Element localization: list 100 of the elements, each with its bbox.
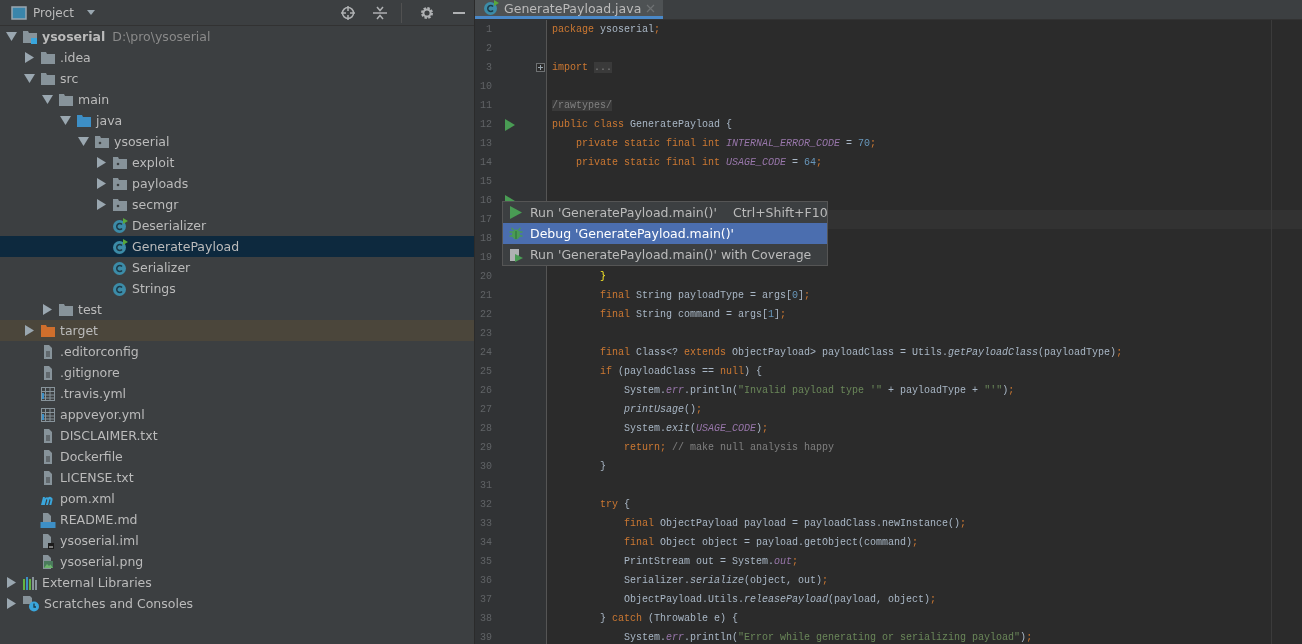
expanded-arrow-icon[interactable]	[59, 115, 71, 126]
collapsed-arrow-icon[interactable]	[95, 178, 107, 189]
menu-item[interactable]: Debug 'GeneratePayload.main()'	[503, 223, 827, 244]
run-icon[interactable]	[505, 118, 515, 131]
code-line: System.err.println("Invalid payload type '" + payloadType + "'");	[623, 385, 1015, 396]
class-icon	[112, 280, 128, 297]
code-line: package ysoserial;	[552, 24, 661, 35]
tree-item[interactable]: Scratches and Consoles	[0, 593, 474, 614]
crosshair-icon[interactable]	[341, 5, 355, 20]
folder-icon	[58, 302, 74, 317]
tree-item-label: src	[60, 71, 79, 86]
tree-item-label: main	[78, 92, 110, 107]
tree-item-label: ysoserial	[114, 134, 170, 149]
folder-icon	[76, 113, 92, 128]
tree-item-label: .idea	[60, 50, 91, 65]
runnable-class-icon	[483, 0, 499, 16]
tree-item-label: ysoserial	[42, 29, 106, 44]
tree-item[interactable]: LICENSE.txt	[0, 467, 474, 488]
tree-item[interactable]: pom.xml	[0, 488, 474, 509]
tree-item-label: .editorconfig	[60, 344, 139, 359]
folder-icon	[40, 323, 56, 338]
panel-icon	[11, 5, 27, 20]
tree-item[interactable]: src	[0, 68, 474, 89]
expanded-arrow-icon[interactable]	[23, 73, 35, 84]
code-line: System.err.println("Error while generating or serializing payload");	[623, 632, 1033, 643]
code-line: printUsage();	[623, 404, 703, 415]
tree-item[interactable]: test	[0, 299, 474, 320]
folder-icon	[22, 29, 38, 44]
tree-item[interactable]: target	[0, 320, 474, 341]
tree-item[interactable]: ysoserial.iml	[0, 530, 474, 551]
panel-title[interactable]: Project	[33, 5, 75, 20]
menu-item[interactable]: Run 'GeneratePayload.main()' with Coverage	[503, 244, 827, 265]
expand-fold-icon[interactable]	[535, 63, 545, 72]
code-line: PrintStream out = System.out;	[623, 556, 799, 567]
markdown-file-icon	[40, 511, 56, 528]
code-line: ObjectPayload.Utils.releasePayload(payload, object);	[623, 594, 937, 605]
editor-tab[interactable]: GeneratePayload.java	[475, 0, 664, 19]
run-icon	[509, 206, 523, 219]
tree-item-label: test	[78, 302, 102, 317]
tree-item[interactable]: README.md	[0, 509, 474, 530]
tree-item-label: External Libraries	[42, 575, 152, 590]
expanded-arrow-icon[interactable]	[77, 136, 89, 147]
package-icon	[112, 155, 128, 170]
code-line: if (payloadClass == null) {	[599, 366, 763, 377]
tree-item[interactable]: External Libraries	[0, 572, 474, 593]
expanded-arrow-icon[interactable]	[5, 31, 17, 42]
package-icon	[94, 134, 110, 149]
collapse-icon[interactable]	[373, 5, 387, 20]
tree-item-label: secmgr	[132, 197, 179, 212]
collapsed-arrow-icon[interactable]	[23, 325, 35, 336]
tree-item[interactable]: ysoserial D:\pro\ysoserial	[0, 26, 474, 47]
runnable-class-icon	[112, 217, 128, 234]
code-line: private static final int INTERNAL_ERROR_CODE = 70;	[575, 138, 877, 149]
tree-item-label: README.md	[60, 512, 138, 527]
tree-item[interactable]: secmgr	[0, 194, 474, 215]
tree-item-label: GeneratePayload	[132, 239, 240, 254]
settings-icon[interactable]	[420, 5, 434, 20]
image-file-icon	[40, 553, 56, 570]
tree-item[interactable]: Serializer	[0, 257, 474, 278]
tree-item[interactable]: main	[0, 89, 474, 110]
collapsed-arrow-icon[interactable]	[5, 598, 17, 609]
tree-item[interactable]: exploit	[0, 152, 474, 173]
code-line: return; // make null analysis happy	[623, 442, 835, 453]
expanded-arrow-icon[interactable]	[41, 94, 53, 105]
tree-item[interactable]: .idea	[0, 47, 474, 68]
bug-icon	[509, 227, 523, 240]
tree-item-label: ysoserial.iml	[60, 533, 139, 548]
tree-item-label: .travis.yml	[60, 386, 127, 401]
tree-item[interactable]: .gitignore	[0, 362, 474, 383]
tree-item[interactable]: Strings	[0, 278, 474, 299]
package-icon	[112, 197, 128, 212]
table-file-icon	[40, 406, 56, 423]
tree-item[interactable]: ysoserial	[0, 131, 474, 152]
tree-item[interactable]: Deserializer	[0, 215, 474, 236]
tree-item[interactable]: payloads	[0, 173, 474, 194]
collapsed-arrow-icon[interactable]	[95, 157, 107, 168]
tree-item-label: appveyor.yml	[60, 407, 145, 422]
code-line: try {	[599, 499, 631, 510]
caret-icon[interactable]	[86, 9, 97, 16]
tree-item[interactable]: DISCLAIMER.txt	[0, 425, 474, 446]
tree-item[interactable]: .travis.yml	[0, 383, 474, 404]
tree-item[interactable]: .editorconfig	[0, 341, 474, 362]
code-line: System.exit(USAGE_CODE);	[623, 423, 769, 434]
tree-item[interactable]: GeneratePayload	[0, 236, 474, 257]
tree-item[interactable]: appveyor.yml	[0, 404, 474, 425]
module-file-icon	[40, 532, 56, 549]
code-line: final Object object = payload.getObject(command);	[623, 537, 919, 548]
tree-item[interactable]: ysoserial.png	[0, 551, 474, 572]
tree-item[interactable]: Dockerfile	[0, 446, 474, 467]
class-icon	[112, 259, 128, 276]
menu-item[interactable]: Run 'GeneratePayload.main()' Ctrl+Shift+F10	[503, 202, 827, 223]
scratches-icon	[22, 595, 40, 612]
collapsed-arrow-icon[interactable]	[5, 577, 17, 588]
folder-icon	[40, 71, 56, 86]
collapsed-arrow-icon[interactable]	[23, 52, 35, 63]
tree-item-label: Deserializer	[132, 218, 207, 233]
tree-item[interactable]: java	[0, 110, 474, 131]
tree-item-label: pom.xml	[60, 491, 115, 506]
collapsed-arrow-icon[interactable]	[95, 199, 107, 210]
collapsed-arrow-icon[interactable]	[41, 304, 53, 315]
